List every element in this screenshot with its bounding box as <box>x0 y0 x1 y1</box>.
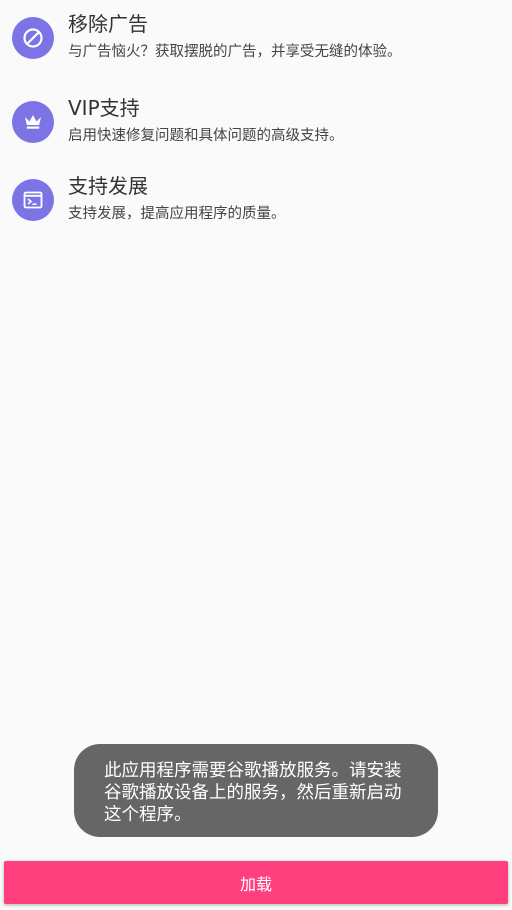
block-icon <box>12 17 54 59</box>
feature-description: 与广告恼火？获取摆脱的广告，并享受无缝的体验。 <box>68 44 402 60</box>
feature-vip-support: VIP支持 启用快速修复问题和具体问题的高级支持。 <box>0 84 512 154</box>
feature-description: 支持发展，提高应用程序的质量。 <box>68 206 286 222</box>
feature-title: 移除广告 <box>68 12 148 36</box>
feature-description: 启用快速修复问题和具体问题的高级支持。 <box>68 128 344 144</box>
feature-support-development: 支持发展 支持发展，提高应用程序的质量。 <box>0 162 512 232</box>
crown-icon <box>12 101 54 143</box>
feature-remove-ads: 移除广告 与广告恼火？获取摆脱的广告，并享受无缝的体验。 <box>0 0 512 70</box>
feature-title: VIP支持 <box>68 96 140 120</box>
load-button[interactable]: 加载 <box>4 861 508 904</box>
terminal-icon <box>12 179 54 221</box>
toast-message: 此应用程序需要谷歌播放服务。请安装谷歌播放设备上的服务，然后重新启动这个程序。 <box>74 744 438 837</box>
feature-title: 支持发展 <box>68 174 148 198</box>
